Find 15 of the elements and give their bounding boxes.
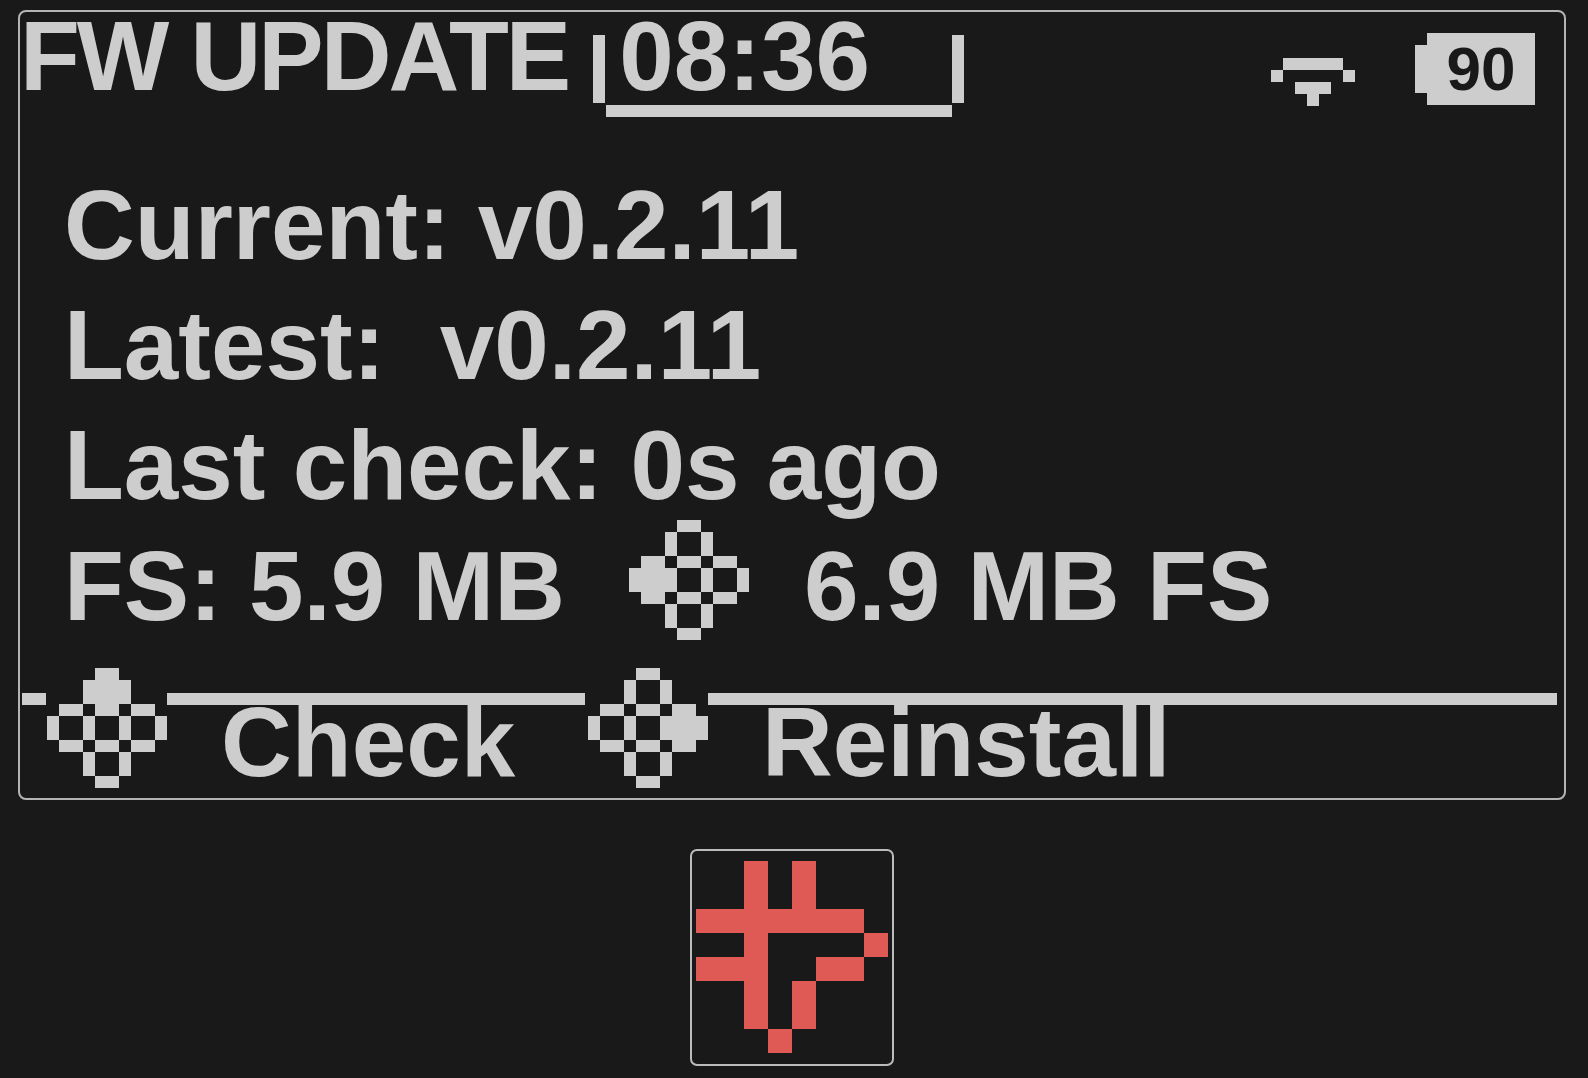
status-line: Latest: v0.2.11 [64, 290, 762, 400]
logo-icon [690, 849, 894, 1066]
softkey-button[interactable]: Check [167, 693, 585, 778]
storage-size-text: FS: 5.9 MB [64, 531, 565, 641]
storage-size-text: 6.9 MB FS [803, 531, 1273, 641]
battery-indicator: 90 [1415, 33, 1535, 105]
status-line: Current: v0.2.11 [64, 170, 800, 280]
dpad-icon [47, 668, 167, 788]
screen-title: FW UPDATE [20, 20, 569, 92]
dpad-icon [588, 668, 708, 788]
clock-time: 08:36 [593, 20, 965, 117]
dpad-icon [628, 520, 749, 640]
wifi-icon [1271, 58, 1355, 106]
status-line: Last check: 0s ago [64, 410, 941, 520]
softkey-button[interactable]: Reinstall [708, 693, 1557, 778]
